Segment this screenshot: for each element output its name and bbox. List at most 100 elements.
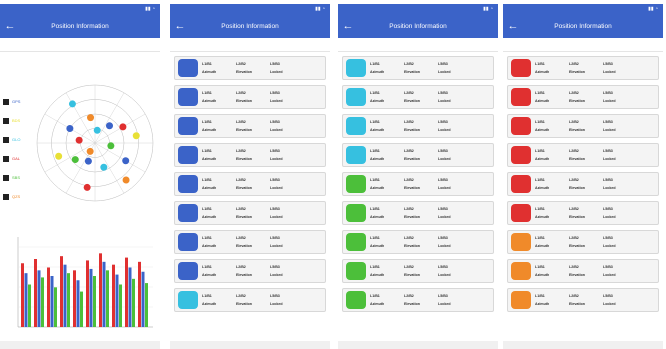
field-label: L1/B1 — [202, 265, 212, 269]
legend-item-qzs[interactable]: QZS — [3, 187, 20, 206]
satellite-card[interactable]: L1/B1 L2/B2 L5/B3 Azimuth Elevation Locked — [174, 143, 326, 167]
satellite-card[interactable]: L1/B1 L2/B2 L5/B3 Azimuth Elevation Locked — [174, 288, 326, 312]
field-label: Elevation — [569, 302, 585, 306]
snr-bar-l1 — [125, 257, 128, 327]
checkbox-icon[interactable] — [3, 155, 9, 162]
constellation-legend: GPS BDS GLO GAL SBS QZS — [3, 92, 20, 206]
snr-bar-l1 — [99, 253, 102, 327]
field-label: Azimuth — [370, 70, 385, 74]
satellite-dot[interactable] — [105, 122, 113, 130]
satellite-dot[interactable] — [87, 114, 95, 122]
satellite-dot[interactable] — [119, 123, 127, 131]
field-label: L1/B1 — [535, 265, 545, 269]
satellite-card[interactable]: L1/B1 L2/B2 L5/B3 Azimuth Elevation Locked — [342, 259, 494, 283]
satellite-card[interactable]: L1/B1 L2/B2 L5/B3 Azimuth Elevation Locked — [342, 143, 494, 167]
satellite-card[interactable]: L1/B1 L2/B2 L5/B3 Azimuth Elevation Locked — [174, 259, 326, 283]
satellite-card[interactable]: L1/B1 L2/B2 L5/B3 Azimuth Elevation Locked — [342, 85, 494, 109]
legend-item-gps[interactable]: GPS — [3, 92, 20, 111]
field-label: Locked — [270, 244, 283, 248]
satellite-card[interactable]: L1/B1 L2/B2 L5/B3 Azimuth Elevation Locked — [342, 288, 494, 312]
field-label: Elevation — [404, 273, 420, 277]
field-label: L1/B1 — [370, 294, 380, 298]
satellite-fields: L1/B1 L2/B2 L5/B3 Azimuth Elevation Locked — [202, 176, 300, 192]
satellite-card[interactable]: L1/B1 L2/B2 L5/B3 Azimuth Elevation Locked — [342, 56, 494, 80]
satellite-card[interactable]: L1/B1 L2/B2 L5/B3 Azimuth Elevation Locked — [507, 259, 659, 283]
field-label: Elevation — [236, 244, 252, 248]
checkbox-icon[interactable] — [3, 174, 9, 181]
field-label: Elevation — [404, 244, 420, 248]
satellite-card[interactable]: L1/B1 L2/B2 L5/B3 Azimuth Elevation Locked — [507, 143, 659, 167]
app-bar: ← Position Information — [0, 14, 160, 38]
satellite-dot[interactable] — [55, 152, 63, 160]
satellite-card[interactable]: L1/B1 L2/B2 L5/B3 Azimuth Elevation Locked — [174, 56, 326, 80]
satellite-card[interactable]: L1/B1 L2/B2 L5/B3 Azimuth Elevation Locked — [507, 56, 659, 80]
satellite-dot[interactable] — [122, 157, 130, 165]
field-label: Elevation — [569, 70, 585, 74]
legend-item-glo[interactable]: GLO — [3, 130, 20, 149]
back-arrow-icon[interactable]: ← — [0, 20, 20, 32]
satellite-card[interactable]: L1/B1 L2/B2 L5/B3 Azimuth Elevation Locked — [174, 201, 326, 225]
field-label: L5/B3 — [603, 91, 613, 95]
satellite-dot[interactable] — [84, 157, 92, 165]
field-label: Azimuth — [535, 70, 550, 74]
satellite-dot[interactable] — [86, 147, 94, 155]
satellite-dot[interactable] — [93, 126, 101, 134]
legend-item-bds[interactable]: BDS — [3, 111, 20, 130]
field-label: Elevation — [569, 273, 585, 277]
satellite-dot[interactable] — [107, 142, 115, 150]
satellite-card[interactable]: L1/B1 L2/B2 L5/B3 Azimuth Elevation Locked — [342, 114, 494, 138]
satellite-badge — [346, 204, 366, 222]
satellite-card[interactable]: L1/B1 L2/B2 L5/B3 Azimuth Elevation Locked — [507, 201, 659, 225]
field-label: Locked — [438, 186, 451, 190]
satellite-fields: L1/B1 L2/B2 L5/B3 Azimuth Elevation Locked — [535, 118, 633, 134]
satellite-dot[interactable] — [100, 163, 108, 171]
satellite-card[interactable]: L1/B1 L2/B2 L5/B3 Azimuth Elevation Locked — [342, 201, 494, 225]
satellite-card[interactable]: L1/B1 L2/B2 L5/B3 Azimuth Elevation Locked — [174, 172, 326, 196]
satellite-dot[interactable] — [132, 132, 140, 140]
satellite-card[interactable]: L1/B1 L2/B2 L5/B3 Azimuth Elevation Locked — [507, 172, 659, 196]
satellite-fields: L1/B1 L2/B2 L5/B3 Azimuth Elevation Locked — [202, 118, 300, 134]
satellite-fields: L1/B1 L2/B2 L5/B3 Azimuth Elevation Locked — [202, 234, 300, 250]
legend-item-sbs[interactable]: SBS — [3, 168, 20, 187]
field-label: L2/B2 — [569, 62, 579, 66]
satellite-dot[interactable] — [122, 176, 130, 184]
satellite-card[interactable]: L1/B1 L2/B2 L5/B3 Azimuth Elevation Locked — [507, 230, 659, 254]
satellite-dot[interactable] — [68, 100, 76, 108]
field-label: Elevation — [236, 273, 252, 277]
satellite-card[interactable]: L1/B1 L2/B2 L5/B3 Azimuth Elevation Locked — [507, 114, 659, 138]
checkbox-icon[interactable] — [3, 98, 9, 105]
satellite-card[interactable]: L1/B1 L2/B2 L5/B3 Azimuth Elevation Locked — [342, 230, 494, 254]
satellite-dot[interactable] — [75, 136, 83, 144]
checkbox-icon[interactable] — [3, 117, 9, 124]
back-arrow-icon[interactable]: ← — [503, 20, 523, 32]
satellite-dot[interactable] — [71, 156, 79, 164]
skyplot-spoke — [44, 142, 96, 173]
satellite-card[interactable]: L1/B1 L2/B2 L5/B3 Azimuth Elevation Locked — [507, 85, 659, 109]
satellite-dot[interactable] — [66, 125, 74, 132]
satellite-card[interactable]: L1/B1 L2/B2 L5/B3 Azimuth Elevation Locked — [342, 172, 494, 196]
field-label: L2/B2 — [236, 149, 246, 153]
field-label: Elevation — [404, 186, 420, 190]
checkbox-icon[interactable] — [3, 136, 9, 143]
field-label: Elevation — [236, 70, 252, 74]
back-arrow-icon[interactable]: ← — [170, 20, 190, 32]
satellite-card[interactable]: L1/B1 L2/B2 L5/B3 Azimuth Elevation Locked — [174, 230, 326, 254]
checkbox-icon[interactable] — [3, 193, 9, 200]
satellite-card[interactable]: L1/B1 L2/B2 L5/B3 Azimuth Elevation Locked — [174, 85, 326, 109]
satellite-card[interactable]: L1/B1 L2/B2 L5/B3 Azimuth Elevation Locked — [507, 288, 659, 312]
field-label: L1/B1 — [202, 149, 212, 153]
satellite-card[interactable]: L1/B1 L2/B2 L5/B3 Azimuth Elevation Locked — [174, 114, 326, 138]
field-label: L5/B3 — [438, 120, 448, 124]
satellite-fields: L1/B1 L2/B2 L5/B3 Azimuth Elevation Locked — [202, 263, 300, 279]
back-arrow-icon[interactable]: ← — [338, 20, 358, 32]
field-label: Azimuth — [535, 302, 550, 306]
field-label: L1/B1 — [370, 149, 380, 153]
satellite-dot[interactable] — [83, 183, 91, 191]
snr-bar-l5 — [41, 277, 44, 327]
satellite-badge — [178, 175, 198, 193]
legend-label: BDS — [12, 118, 21, 123]
legend-item-gal[interactable]: GAL — [3, 149, 20, 168]
snr-bar-l5 — [93, 276, 96, 327]
satellite-badge — [178, 233, 198, 251]
field-label: L5/B3 — [438, 236, 448, 240]
